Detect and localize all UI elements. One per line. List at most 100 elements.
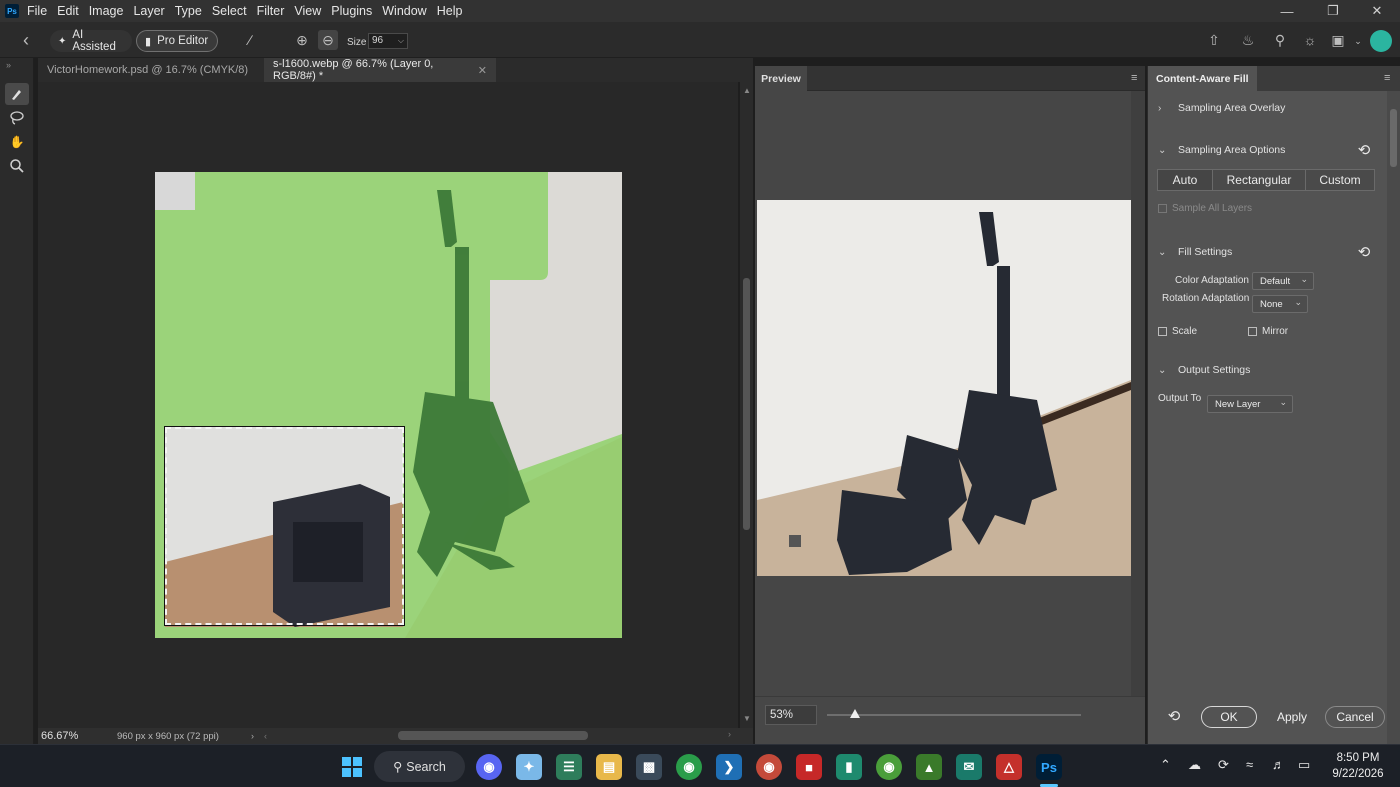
app-icon[interactable]: ▮ <box>836 754 862 780</box>
tab-victorhomework[interactable]: VictorHomework.psd @ 16.7% (CMYK/8) <box>38 58 264 82</box>
status-menu-chevron-icon[interactable]: › <box>251 731 254 741</box>
close-icon[interactable]: ✕ <box>1354 0 1400 22</box>
menu-select[interactable]: Select <box>212 4 255 18</box>
sampling-options-section[interactable]: ⌄ Sampling Area Options <box>1158 144 1285 156</box>
chrome-profile-icon[interactable]: ◉ <box>876 754 902 780</box>
rotation-adaptation-select[interactable]: None ⌄ <box>1252 295 1308 313</box>
outlook-icon[interactable]: ✉ <box>956 754 982 780</box>
zoom-slider-handle[interactable] <box>850 709 860 718</box>
reset-all-icon[interactable]: ⟲ <box>1165 707 1183 725</box>
chevron-up-icon[interactable]: ⌃ <box>1160 757 1171 773</box>
pro-editor-button[interactable]: ▮ Pro Editor <box>136 30 218 52</box>
brush-tool-icon[interactable] <box>5 83 29 105</box>
menu-edit[interactable]: Edit <box>57 4 87 18</box>
workspace-chevron-icon[interactable]: ⌄ <box>1348 31 1368 51</box>
apply-button[interactable]: Apply <box>1264 706 1320 728</box>
menu-window[interactable]: Window <box>382 4 434 18</box>
nvidia-icon[interactable]: ▲ <box>916 754 942 780</box>
sampling-custom-button[interactable]: Custom <box>1305 169 1375 191</box>
caf-scrollbar-thumb[interactable] <box>1390 109 1397 167</box>
taskbar-search[interactable]: ⚲ Search <box>374 751 465 782</box>
canvas-vertical-scrollbar[interactable]: ▲ ▼ <box>740 82 753 728</box>
clock-time[interactable]: 8:50 PM <box>1326 752 1390 764</box>
cancel-button[interactable]: Cancel <box>1325 706 1385 728</box>
back-icon[interactable]: ‹ <box>16 30 36 50</box>
bell-icon[interactable]: ♨ <box>1238 30 1258 50</box>
ok-button[interactable]: OK <box>1201 706 1257 728</box>
menu-filter[interactable]: Filter <box>257 4 293 18</box>
chrome-icon[interactable]: ◉ <box>676 754 702 780</box>
minimize-icon[interactable]: — <box>1264 0 1310 22</box>
reset-icon[interactable]: ⟲ <box>1355 141 1373 159</box>
menu-view[interactable]: View <box>294 4 329 18</box>
menu-file[interactable]: File <box>27 4 55 18</box>
photoshop-icon[interactable]: Ps <box>1036 754 1062 780</box>
fill-settings-section[interactable]: ⌄ Fill Settings <box>1158 246 1232 258</box>
menu-plugins[interactable]: Plugins <box>331 4 380 18</box>
lightbulb-icon[interactable]: ☼ <box>1300 30 1320 50</box>
sampling-overlay-section[interactable]: › Sampling Area Overlay <box>1158 102 1285 114</box>
preview-tab[interactable]: Preview <box>755 66 807 91</box>
panel-menu-icon[interactable]: ≡ <box>1131 72 1137 84</box>
sampling-rectangular-button[interactable]: Rectangular <box>1212 169 1306 191</box>
avatar[interactable] <box>1370 30 1392 52</box>
subtract-brush-mode-icon[interactable]: ⊖ <box>318 30 338 50</box>
tab-s-l1600[interactable]: s-l1600.webp @ 66.7% (Layer 0, RGB/8#) *… <box>264 58 496 82</box>
sampling-auto-button[interactable]: Auto <box>1157 169 1213 191</box>
scroll-left-icon[interactable]: ‹ <box>264 731 267 741</box>
volume-icon[interactable]: ♬ <box>1272 757 1285 772</box>
ai-assisted-button[interactable]: ✦ AI Assisted <box>50 29 132 53</box>
menu-layer[interactable]: Layer <box>133 4 172 18</box>
vscode-icon[interactable]: ❯ <box>716 754 742 780</box>
output-settings-section[interactable]: ⌄ Output Settings <box>1158 364 1250 376</box>
scroll-up-icon[interactable]: ▲ <box>743 86 751 95</box>
caf-title[interactable]: Content-Aware Fill <box>1148 66 1257 91</box>
remote-desktop-icon[interactable]: ▩ <box>636 754 662 780</box>
zoom-slider-track[interactable] <box>827 714 1081 716</box>
scrollbar-thumb[interactable] <box>743 278 750 530</box>
restore-icon[interactable]: ❐ <box>1310 0 1356 22</box>
scale-checkbox[interactable]: Scale <box>1158 326 1197 337</box>
zoom-readout[interactable]: 66.67% <box>41 730 107 742</box>
sync-icon[interactable]: ⟳ <box>1218 757 1229 773</box>
mirror-checkbox[interactable]: Mirror <box>1248 326 1288 337</box>
windows-start-icon[interactable] <box>339 754 365 780</box>
caf-scrollbar[interactable] <box>1387 91 1400 744</box>
menu-image[interactable]: Image <box>89 4 132 18</box>
sample-all-layers-checkbox[interactable]: Sample All Layers <box>1158 203 1252 214</box>
document-image[interactable] <box>155 172 622 638</box>
zoom-tool-icon[interactable] <box>5 155 29 177</box>
scroll-right-icon[interactable]: › <box>728 729 731 739</box>
add-brush-mode-icon[interactable]: ⊕ <box>292 30 312 50</box>
battery-icon[interactable]: ▭ <box>1298 757 1310 773</box>
app-icon[interactable]: ■ <box>796 754 822 780</box>
chrome-profile-icon[interactable]: ◉ <box>756 754 782 780</box>
file-explorer-icon[interactable]: ▤ <box>596 754 622 780</box>
share-icon[interactable]: ⇧ <box>1204 30 1224 50</box>
workspace-icon[interactable]: ▣ <box>1328 30 1348 50</box>
size-input[interactable]: 96 ⌵ <box>368 33 408 49</box>
notepad-icon[interactable]: ☰ <box>556 754 582 780</box>
horizontal-scrollbar-thumb[interactable] <box>398 731 588 740</box>
scroll-down-icon[interactable]: ▼ <box>743 714 751 723</box>
discord-icon[interactable]: ◉ <box>476 754 502 780</box>
menu-help[interactable]: Help <box>437 4 471 18</box>
panel-menu-icon[interactable]: ≡ <box>1384 72 1390 84</box>
preview-vertical-scrollbar[interactable] <box>1131 91 1145 696</box>
search-icon[interactable]: ⚲ <box>1270 30 1290 50</box>
document-canvas[interactable] <box>38 82 738 728</box>
lasso-tool-icon[interactable] <box>5 107 29 129</box>
output-to-select[interactable]: New Layer ⌄ <box>1207 395 1293 413</box>
menu-type[interactable]: Type <box>175 4 210 18</box>
zoom-input[interactable]: 53% <box>765 705 817 725</box>
brush-icon[interactable]: ∕ <box>240 30 260 50</box>
reset-icon[interactable]: ⟲ <box>1355 243 1373 261</box>
color-adaptation-select[interactable]: Default ⌄ <box>1252 272 1314 290</box>
hand-tool-icon[interactable]: ✋ <box>5 131 29 153</box>
cloud-icon[interactable]: ☁ <box>1188 757 1201 773</box>
acrobat-icon[interactable]: △ <box>996 754 1022 780</box>
collapse-toolbar-icon[interactable]: » <box>6 60 11 70</box>
copilot-icon[interactable]: ✦ <box>516 754 542 780</box>
clock-date[interactable]: 9/22/2026 <box>1326 768 1390 780</box>
wifi-icon[interactable]: ≈ <box>1246 757 1253 772</box>
